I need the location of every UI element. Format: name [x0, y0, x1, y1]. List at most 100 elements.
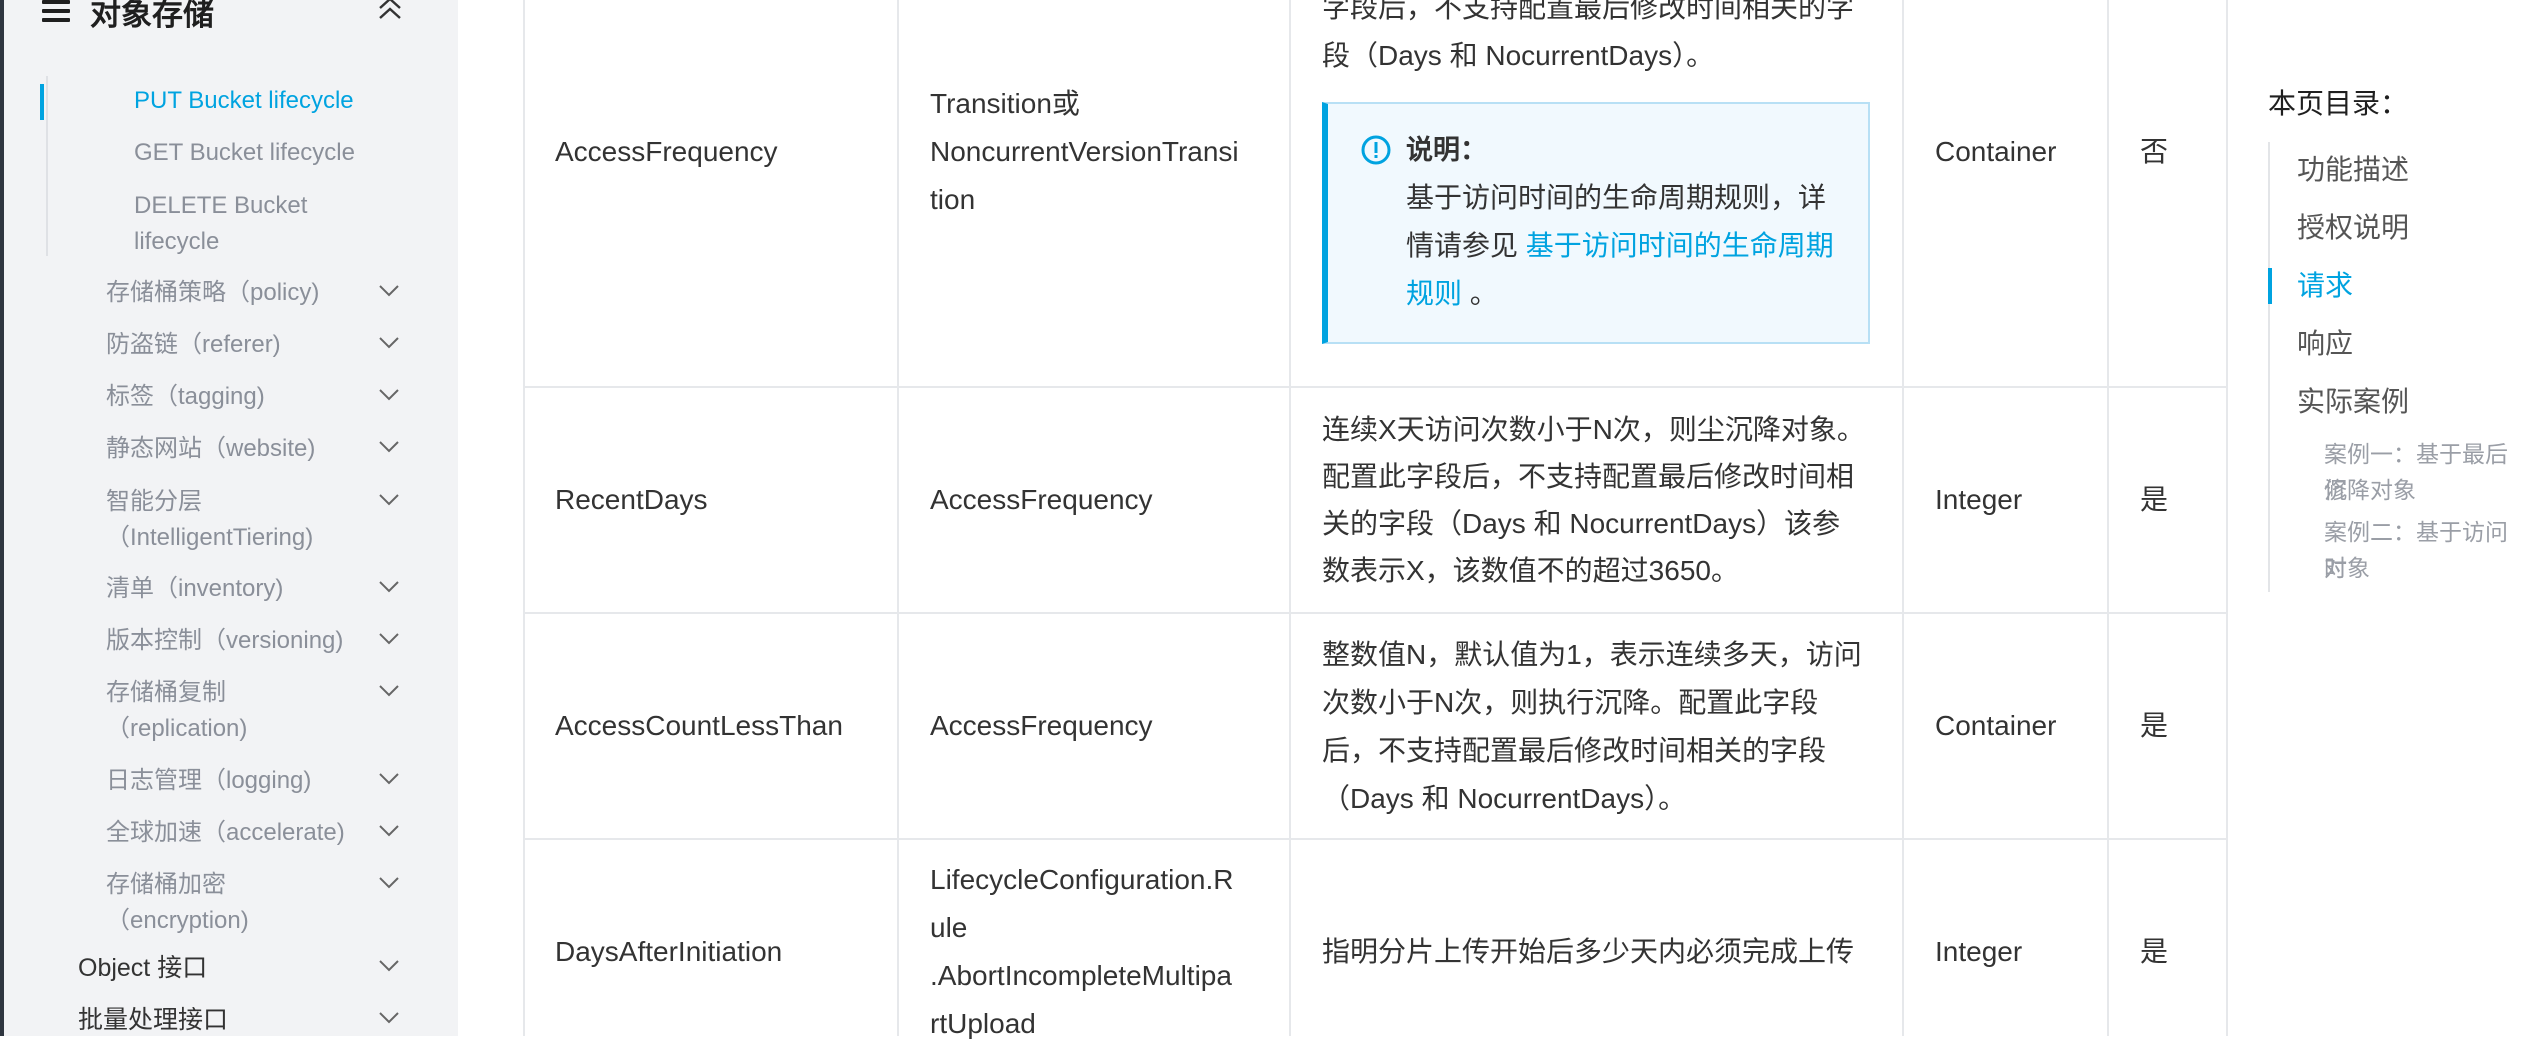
- param-description: 数表示X，该数值不的超过3650。: [1322, 555, 1739, 586]
- sidebar-item-inventory[interactable]: 清单（inventory): [106, 571, 283, 607]
- param-name: AccessCountLessThan: [555, 710, 843, 741]
- note-text: 。: [1469, 278, 1498, 309]
- sidebar-item-intelligent-tiering[interactable]: 智能分层: [106, 484, 202, 520]
- toc-item-examples[interactable]: 实际案例: [2297, 378, 2409, 426]
- sidebar-item-accelerate[interactable]: 全球加速（accelerate): [106, 815, 345, 851]
- param-parent: Transition或: [930, 88, 1080, 119]
- table-border: [2107, 0, 2109, 1036]
- toc-item-response[interactable]: 响应: [2297, 320, 2353, 368]
- table-border: [2226, 0, 2228, 1036]
- sidebar-title: 对象存储: [90, 0, 214, 32]
- sidebar-item-referer[interactable]: 防盗链（referer): [106, 327, 281, 363]
- sidebar-item-intelligent-tiering-cont[interactable]: （IntelligentTiering): [106, 520, 313, 556]
- table-border: [1289, 0, 1291, 1036]
- chevron-down-icon[interactable]: [378, 1011, 400, 1025]
- param-parent: AccessFrequency: [930, 710, 1153, 741]
- param-description: 后，不支持配置最后修改时间相关的字段: [1322, 735, 1827, 766]
- chevron-down-icon[interactable]: [378, 284, 400, 298]
- param-parent: AccessFrequency: [930, 484, 1153, 515]
- param-description: 次数小于N次，则执行沉降。配置此字段: [1322, 687, 1819, 718]
- menu-icon[interactable]: [42, 0, 70, 22]
- note-link[interactable]: 基于访问时间的生命周期: [1526, 230, 1834, 261]
- param-required: 否: [2140, 136, 2169, 167]
- chevron-down-icon[interactable]: [378, 824, 400, 838]
- toc-subitem-example-1-cont[interactable]: 沉降对象: [2324, 472, 2524, 508]
- sidebar-item-get-bucket-lifecycle[interactable]: GET Bucket lifecycle: [134, 135, 355, 171]
- chevron-down-icon[interactable]: [378, 336, 400, 350]
- chevron-down-icon[interactable]: [378, 876, 400, 890]
- chevron-down-icon[interactable]: [378, 772, 400, 786]
- toc-active-indicator: [2268, 268, 2272, 304]
- note-text: 情请参见: [1406, 230, 1519, 261]
- chevron-up-icon[interactable]: [376, 0, 404, 24]
- sidebar-edge: [0, 0, 4, 1036]
- toc-track: [2268, 142, 2270, 592]
- note-box: 说明： 基于访问时间的生命周期规则，详 情请参见 基于访问时间的生命周期 规则 …: [1322, 102, 1870, 344]
- param-description: 指明分片上传开始后多少天内必须完成上传: [1322, 936, 1855, 967]
- sidebar-item-delete-bucket-lifecycle[interactable]: DELETE Bucket: [134, 188, 307, 224]
- note-body: 基于访问时间的生命周期规则，详 情请参见 基于访问时间的生命周期 规则 。: [1406, 174, 1856, 318]
- sidebar-tree-line: [46, 76, 48, 256]
- param-required: 是: [2140, 710, 2169, 741]
- param-name: AccessFrequency: [555, 136, 778, 167]
- sidebar-item-batch-api[interactable]: 批量处理接口: [78, 1002, 228, 1036]
- param-type: Integer: [1935, 484, 2023, 515]
- param-required: 是: [2140, 484, 2169, 515]
- param-parent: .AbortIncompleteMultipa: [930, 960, 1232, 991]
- param-parent: tion: [930, 184, 976, 215]
- toc-subitem-example-2-cont[interactable]: 对象: [2324, 550, 2524, 586]
- sidebar-item-versioning[interactable]: 版本控制（versioning): [106, 623, 343, 659]
- info-icon: [1361, 135, 1391, 165]
- chevron-down-icon[interactable]: [378, 684, 400, 698]
- toc-item-description[interactable]: 功能描述: [2297, 146, 2409, 194]
- sidebar-item-encryption[interactable]: 存储桶加密: [106, 867, 226, 903]
- table-row-divider: [523, 612, 2228, 614]
- sidebar-item-delete-bucket-lifecycle-cont[interactable]: lifecycle: [134, 224, 219, 260]
- table-border: [1902, 0, 1904, 1036]
- param-description: （Days 和 NocurrentDays）。: [1322, 783, 1687, 814]
- chevron-down-icon[interactable]: [378, 388, 400, 402]
- param-parent: ule: [930, 912, 968, 943]
- sidebar-active-indicator: [40, 84, 44, 120]
- table-row-divider: [523, 386, 2228, 388]
- sidebar-item-replication-cont[interactable]: （replication): [106, 711, 247, 747]
- chevron-down-icon[interactable]: [378, 580, 400, 594]
- sidebar-item-tagging[interactable]: 标签（tagging): [106, 379, 265, 415]
- toc-item-request[interactable]: 请求: [2297, 262, 2353, 310]
- param-required: 是: [2140, 936, 2169, 967]
- param-name: DaysAfterInitiation: [555, 936, 783, 967]
- param-parent: LifecycleConfiguration.R: [930, 864, 1234, 895]
- sidebar-item-encryption-cont[interactable]: （encryption): [106, 903, 249, 939]
- note-link[interactable]: 规则: [1406, 278, 1462, 309]
- param-description: 关的字段（Days 和 NocurrentDays）该参: [1322, 508, 1841, 539]
- sidebar: 对象存储 PUT Bucket lifecycle GET Bucket lif…: [0, 0, 458, 1036]
- table-row-divider: [523, 838, 2228, 840]
- param-description: 连续X天访问次数小于N次，则尘沉降对象。: [1322, 414, 1865, 445]
- chevron-down-icon[interactable]: [378, 493, 400, 507]
- table-border: [523, 0, 525, 1036]
- sidebar-item-object-api[interactable]: Object 接口: [78, 950, 207, 986]
- param-description: 配置此字段后，不支持配置最后修改时间相: [1322, 461, 1855, 492]
- param-name: RecentDays: [555, 484, 708, 515]
- chevron-down-icon[interactable]: [378, 959, 400, 973]
- chevron-down-icon[interactable]: [378, 440, 400, 454]
- param-description: 段（Days 和 NocurrentDays）。: [1322, 40, 1715, 71]
- note-title: 说明：: [1406, 135, 1487, 165]
- param-type: Container: [1935, 710, 2057, 741]
- sidebar-item-website[interactable]: 静态网站（website): [106, 431, 315, 467]
- param-parent: NoncurrentVersionTransi: [930, 136, 1239, 167]
- sidebar-item-logging[interactable]: 日志管理（logging): [106, 763, 311, 799]
- param-type: Integer: [1935, 936, 2023, 967]
- note-text: 基于访问时间的生命周期规则，详: [1406, 182, 1827, 213]
- toc-title: 本页目录：: [2268, 88, 2409, 119]
- table-border: [897, 0, 899, 1036]
- sidebar-item-replication[interactable]: 存储桶复制: [106, 675, 226, 711]
- param-parent: rtUpload: [930, 1008, 1036, 1039]
- toc-item-auth[interactable]: 授权说明: [2297, 204, 2409, 252]
- sidebar-header: 对象存储: [42, 0, 214, 36]
- chevron-down-icon[interactable]: [378, 632, 400, 646]
- param-type: Container: [1935, 136, 2057, 167]
- sidebar-item-put-bucket-lifecycle[interactable]: PUT Bucket lifecycle: [134, 83, 354, 119]
- param-description: 整数值N，默认值为1，表示连续多天，访问: [1322, 639, 1862, 670]
- sidebar-item-policy[interactable]: 存储桶策略（policy): [106, 275, 319, 311]
